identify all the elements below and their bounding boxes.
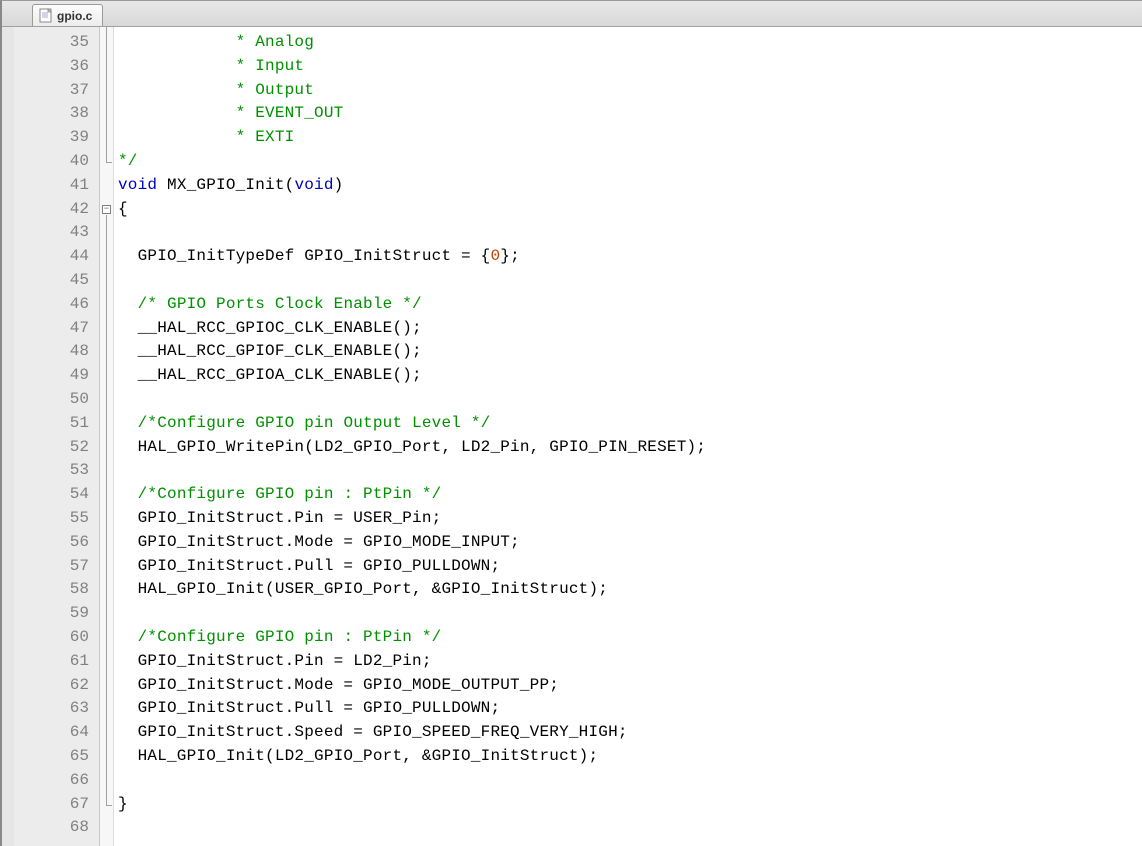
line-number: 50 xyxy=(14,388,89,412)
code-line[interactable]: * Input xyxy=(118,55,1142,79)
fold-toggle[interactable]: − xyxy=(102,205,111,214)
code-line[interactable]: * EXTI xyxy=(118,126,1142,150)
line-number: 43 xyxy=(14,221,89,245)
code-line[interactable]: void MX_GPIO_Init(void) xyxy=(118,174,1142,198)
line-number: 67 xyxy=(14,793,89,817)
code-line[interactable] xyxy=(118,221,1142,245)
line-number: 62 xyxy=(14,674,89,698)
file-icon xyxy=(39,8,52,23)
line-number: 42 xyxy=(14,198,89,222)
code-line[interactable] xyxy=(118,769,1142,793)
file-tab-label: gpio.c xyxy=(57,9,92,23)
line-number: 65 xyxy=(14,745,89,769)
code-line[interactable] xyxy=(118,388,1142,412)
code-line[interactable]: */ xyxy=(118,150,1142,174)
code-line[interactable]: __HAL_RCC_GPIOA_CLK_ENABLE(); xyxy=(118,364,1142,388)
line-number: 46 xyxy=(14,293,89,317)
code-line[interactable]: GPIO_InitStruct.Speed = GPIO_SPEED_FREQ_… xyxy=(118,721,1142,745)
line-number: 59 xyxy=(14,602,89,626)
code-line[interactable]: GPIO_InitStruct.Mode = GPIO_MODE_OUTPUT_… xyxy=(118,674,1142,698)
code-line[interactable]: { xyxy=(118,198,1142,222)
line-number: 44 xyxy=(14,245,89,269)
line-number: 57 xyxy=(14,555,89,579)
line-number: 49 xyxy=(14,364,89,388)
line-number: 39 xyxy=(14,126,89,150)
line-number: 47 xyxy=(14,317,89,341)
line-number: 61 xyxy=(14,650,89,674)
line-number: 45 xyxy=(14,269,89,293)
line-number: 54 xyxy=(14,483,89,507)
line-number: 38 xyxy=(14,102,89,126)
code-area[interactable]: * Analog * Input * Output * EVENT_OUT * … xyxy=(114,27,1142,846)
code-line[interactable]: GPIO_InitStruct.Pull = GPIO_PULLDOWN; xyxy=(118,697,1142,721)
tab-bar: gpio.c xyxy=(2,1,1142,27)
code-line[interactable]: HAL_GPIO_Init(LD2_GPIO_Port, &GPIO_InitS… xyxy=(118,745,1142,769)
code-line[interactable]: HAL_GPIO_Init(USER_GPIO_Port, &GPIO_Init… xyxy=(118,578,1142,602)
code-line[interactable]: /*Configure GPIO pin : PtPin */ xyxy=(118,483,1142,507)
line-number: 51 xyxy=(14,412,89,436)
fold-column[interactable]: − xyxy=(100,27,114,846)
line-number: 37 xyxy=(14,79,89,103)
code-line[interactable]: __HAL_RCC_GPIOC_CLK_ENABLE(); xyxy=(118,317,1142,341)
line-number: 35 xyxy=(14,31,89,55)
code-line[interactable]: * EVENT_OUT xyxy=(118,102,1142,126)
code-line[interactable]: HAL_GPIO_WritePin(LD2_GPIO_Port, LD2_Pin… xyxy=(118,436,1142,460)
line-number: 66 xyxy=(14,769,89,793)
code-line[interactable]: GPIO_InitStruct.Pin = LD2_Pin; xyxy=(118,650,1142,674)
line-number: 68 xyxy=(14,816,89,840)
code-line[interactable] xyxy=(118,816,1142,840)
code-line[interactable] xyxy=(118,459,1142,483)
code-editor[interactable]: 3536373839404142434445464748495051525354… xyxy=(2,27,1142,846)
code-line[interactable]: GPIO_InitStruct.Pin = USER_Pin; xyxy=(118,507,1142,531)
line-number: 55 xyxy=(14,507,89,531)
code-line[interactable]: * Output xyxy=(118,79,1142,103)
code-line[interactable]: } xyxy=(118,793,1142,817)
code-line[interactable]: * Analog xyxy=(118,31,1142,55)
code-line[interactable]: GPIO_InitTypeDef GPIO_InitStruct = {0}; xyxy=(118,245,1142,269)
line-number: 48 xyxy=(14,340,89,364)
line-number: 64 xyxy=(14,721,89,745)
file-tab[interactable]: gpio.c xyxy=(32,4,103,26)
code-line[interactable]: GPIO_InitStruct.Pull = GPIO_PULLDOWN; xyxy=(118,555,1142,579)
code-line[interactable]: /*Configure GPIO pin : PtPin */ xyxy=(118,626,1142,650)
code-line[interactable]: /*Configure GPIO pin Output Level */ xyxy=(118,412,1142,436)
code-line[interactable]: GPIO_InitStruct.Mode = GPIO_MODE_INPUT; xyxy=(118,531,1142,555)
code-line[interactable] xyxy=(118,602,1142,626)
line-number: 60 xyxy=(14,626,89,650)
line-number: 52 xyxy=(14,436,89,460)
line-number: 41 xyxy=(14,174,89,198)
line-number: 53 xyxy=(14,459,89,483)
line-number: 63 xyxy=(14,697,89,721)
line-number: 58 xyxy=(14,578,89,602)
code-line[interactable] xyxy=(118,269,1142,293)
code-line[interactable]: /* GPIO Ports Clock Enable */ xyxy=(118,293,1142,317)
code-line[interactable]: __HAL_RCC_GPIOF_CLK_ENABLE(); xyxy=(118,340,1142,364)
line-number: 36 xyxy=(14,55,89,79)
line-number: 40 xyxy=(14,150,89,174)
line-number-gutter: 3536373839404142434445464748495051525354… xyxy=(14,27,100,846)
line-number: 56 xyxy=(14,531,89,555)
